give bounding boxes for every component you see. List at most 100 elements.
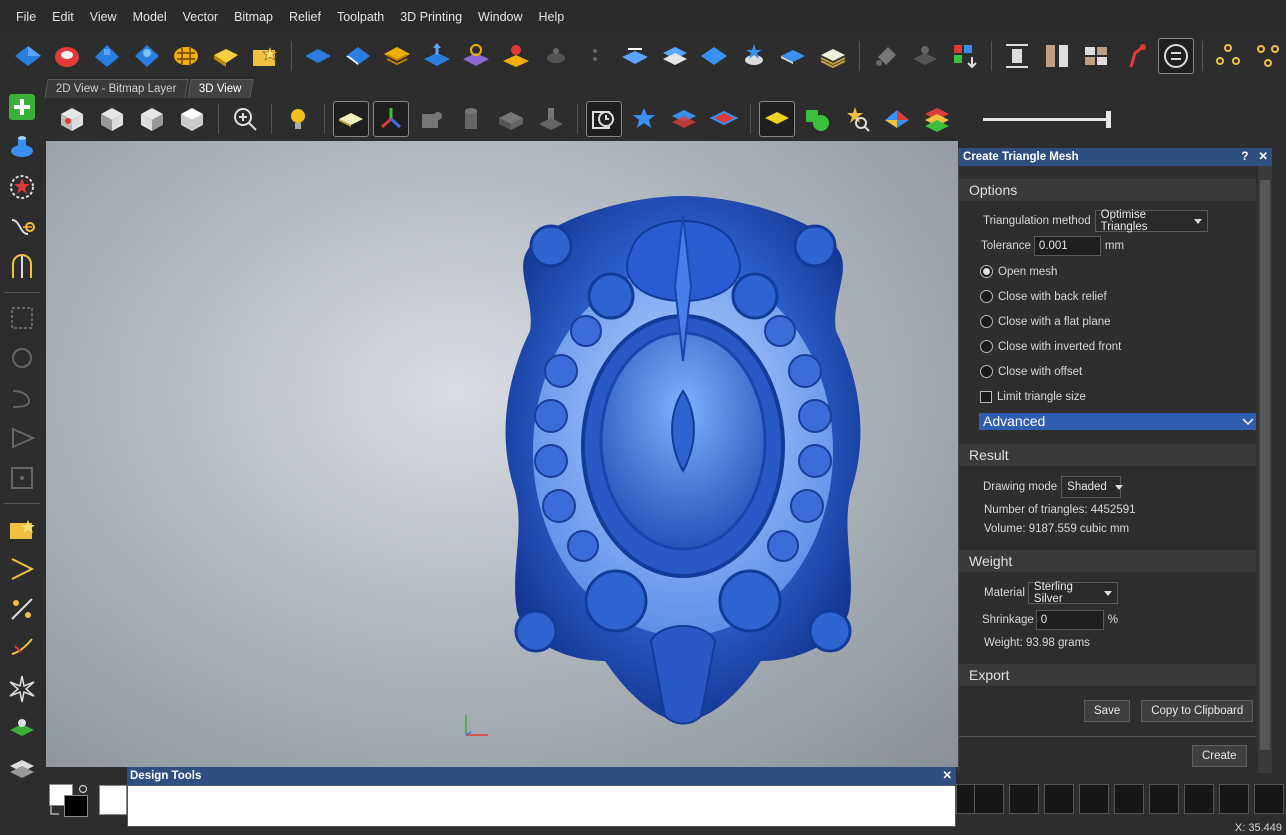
raise-plane-icon[interactable] (419, 38, 455, 74)
curve-cut-icon[interactable] (3, 630, 41, 668)
options-header[interactable]: Options (959, 179, 1256, 201)
result-header[interactable]: Result (959, 444, 1256, 466)
light-bulb-icon[interactable] (280, 101, 316, 137)
view-top-icon[interactable] (174, 101, 210, 137)
colour-shade-icon[interactable] (879, 101, 915, 137)
menu-file[interactable]: File (8, 10, 44, 24)
radio-close-offset[interactable]: Close with offset (980, 359, 1272, 384)
texture-icon[interactable] (208, 38, 244, 74)
view-options-icon[interactable] (1158, 38, 1194, 74)
menu-toolpath[interactable]: Toolpath (329, 10, 392, 24)
open-folder-star-icon[interactable] (248, 38, 284, 74)
rainbow-layers-icon[interactable] (919, 101, 955, 137)
extrude-icon[interactable] (340, 38, 376, 74)
create-button[interactable]: Create (1192, 745, 1247, 767)
shapes-green-icon[interactable] (799, 101, 835, 137)
palette-slot[interactable] (1184, 784, 1214, 814)
star-plane-icon[interactable] (626, 101, 662, 137)
material-dropdown[interactable]: Sterling Silver (1027, 581, 1118, 605)
node-array-icon[interactable] (1250, 38, 1286, 74)
yellow-plane-icon[interactable] (759, 101, 795, 137)
limit-triangle-row[interactable]: Limit triangle size (980, 384, 1272, 410)
blue-plane-icon[interactable] (696, 38, 732, 74)
drawing-mode-dropdown[interactable]: Shaded (1061, 476, 1123, 498)
help-icon[interactable]: ? (1241, 148, 1248, 166)
view-side-icon[interactable] (134, 101, 170, 137)
export-header[interactable]: Export (959, 664, 1256, 686)
shrinkage-input[interactable]: 0 (1035, 610, 1104, 630)
palette-slot[interactable] (974, 784, 1004, 814)
diamond-relief-icon[interactable] (776, 38, 812, 74)
sparkle-tool-icon[interactable] (3, 590, 41, 628)
relief-plane-icon[interactable] (10, 38, 46, 74)
layers-outline-icon[interactable] (706, 101, 742, 137)
save-button[interactable]: Save (1084, 700, 1131, 722)
spin-relief-icon[interactable] (459, 38, 495, 74)
menu-relief[interactable]: Relief (281, 10, 329, 24)
blue-knob-icon[interactable] (3, 128, 41, 166)
swap-colours-icon[interactable] (77, 783, 89, 794)
clock-view-icon[interactable] (586, 101, 622, 137)
palette-slot[interactable] (1044, 784, 1074, 814)
radio-close-flat-plane[interactable]: Close with a flat plane (980, 309, 1272, 334)
add-relief-icon[interactable] (89, 38, 125, 74)
radio-open-mesh[interactable]: Open mesh (980, 259, 1272, 284)
menu-window[interactable]: Window (470, 10, 530, 24)
stack-planes-icon[interactable] (657, 38, 693, 74)
brightness-slider[interactable] (983, 109, 1111, 129)
green-layer-icon[interactable] (3, 710, 41, 748)
star-relief-icon[interactable] (736, 38, 772, 74)
palette-slot[interactable] (1254, 784, 1284, 814)
menu-bitmap[interactable]: Bitmap (226, 10, 281, 24)
pin-relief-icon[interactable] (498, 38, 534, 74)
radio-close-inverted-front[interactable]: Close with inverted front (980, 334, 1272, 359)
star-select-icon[interactable] (3, 168, 41, 206)
node-cluster-icon[interactable] (1211, 38, 1247, 74)
radio-button[interactable] (980, 315, 993, 328)
palette-slot[interactable] (1079, 784, 1109, 814)
add-green-icon[interactable] (3, 88, 41, 126)
view-iso-red-icon[interactable] (54, 101, 90, 137)
burst-star-icon[interactable] (3, 670, 41, 708)
tile-view-icon[interactable] (1079, 38, 1115, 74)
magnet-relief-icon[interactable] (50, 38, 86, 74)
palette-slot[interactable] (1149, 784, 1179, 814)
split-view-icon[interactable] (1039, 38, 1075, 74)
zoom-icon[interactable] (227, 101, 263, 137)
close-icon[interactable]: ✕ (1258, 148, 1268, 166)
triangulation-dropdown[interactable]: Optimise Triangles (1094, 209, 1208, 233)
view-front-icon[interactable] (94, 101, 130, 137)
search-star-icon[interactable] (839, 101, 875, 137)
menu-model[interactable]: Model (125, 10, 175, 24)
menu-vector[interactable]: Vector (175, 10, 226, 24)
radio-button[interactable] (980, 265, 993, 278)
3d-viewport[interactable] (46, 141, 958, 767)
radio-button[interactable] (980, 340, 993, 353)
tolerance-input[interactable]: 0.001 (1033, 236, 1101, 256)
palette-slot[interactable] (1114, 784, 1144, 814)
slice-relief-icon[interactable] (617, 38, 653, 74)
menu-view[interactable]: View (82, 10, 125, 24)
curve-arrow-icon[interactable] (3, 208, 41, 246)
limit-triangle-checkbox[interactable] (980, 391, 992, 403)
tab-3d-view[interactable]: 3D View (186, 79, 253, 98)
arrow-vector-icon[interactable] (3, 550, 41, 588)
panel-scrollbar[interactable] (1258, 166, 1272, 773)
radio-close-back-relief[interactable]: Close with back relief (980, 284, 1272, 309)
radio-button[interactable] (980, 365, 993, 378)
folder-star-icon[interactable] (3, 510, 41, 548)
design-tools-body[interactable] (127, 785, 956, 827)
mirror-icon[interactable] (3, 248, 41, 286)
weave-icon[interactable] (168, 38, 204, 74)
combine-relief-icon[interactable] (129, 38, 165, 74)
layer-manager-icon[interactable] (815, 38, 851, 74)
scrollbar-thumb[interactable] (1260, 180, 1270, 750)
plane-relief-icon[interactable] (300, 38, 336, 74)
colour-palette-swatch[interactable] (99, 785, 127, 815)
layer-stack-icon[interactable] (379, 38, 415, 74)
weight-header[interactable]: Weight (959, 550, 1256, 572)
colour-grid-icon[interactable] (947, 38, 983, 74)
slider-thumb[interactable] (1106, 111, 1111, 128)
advanced-toggle[interactable]: Advanced (979, 413, 1256, 430)
close-icon[interactable]: ✕ (942, 767, 952, 785)
